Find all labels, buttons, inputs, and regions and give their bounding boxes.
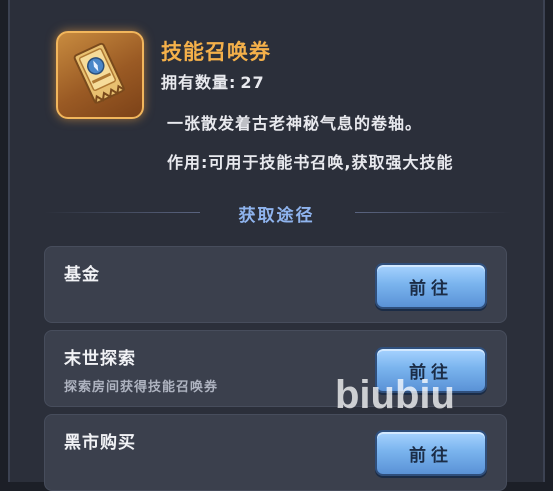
go-button-black-market[interactable]: 前往	[375, 430, 487, 476]
item-usage: 作用:可用于技能书召唤,获取强大技能	[167, 153, 454, 172]
source-title: 黑市购买	[64, 433, 136, 453]
item-icon-frame	[56, 31, 144, 119]
owned-count-row: 拥有数量: 27	[161, 69, 265, 93]
source-title: 基金	[64, 265, 100, 285]
section-divider-right	[355, 212, 511, 213]
ticket-scroll-icon	[73, 42, 126, 104]
watermark: biubiu	[335, 373, 455, 417]
item-detail-panel: 技能召唤券 拥有数量: 27 一张散发着古老神秘气息的卷轴。 作用:可用于技能书召…	[8, 0, 545, 482]
section-title: 获取途径	[238, 206, 315, 226]
item-name: 技能召唤券	[161, 40, 271, 64]
source-subtitle: 探索房间获得技能召唤券	[64, 380, 219, 395]
owned-label: 拥有数量:	[161, 73, 237, 92]
source-card-fund: 基金 前往	[44, 246, 507, 323]
go-button-fund[interactable]: 前往	[375, 263, 487, 309]
owned-count: 27	[240, 73, 265, 92]
item-description: 一张散发着古老神秘气息的卷轴。	[167, 114, 423, 133]
source-card-black-market: 黑市购买 前往	[44, 414, 507, 491]
source-title: 末世探索	[64, 349, 136, 369]
